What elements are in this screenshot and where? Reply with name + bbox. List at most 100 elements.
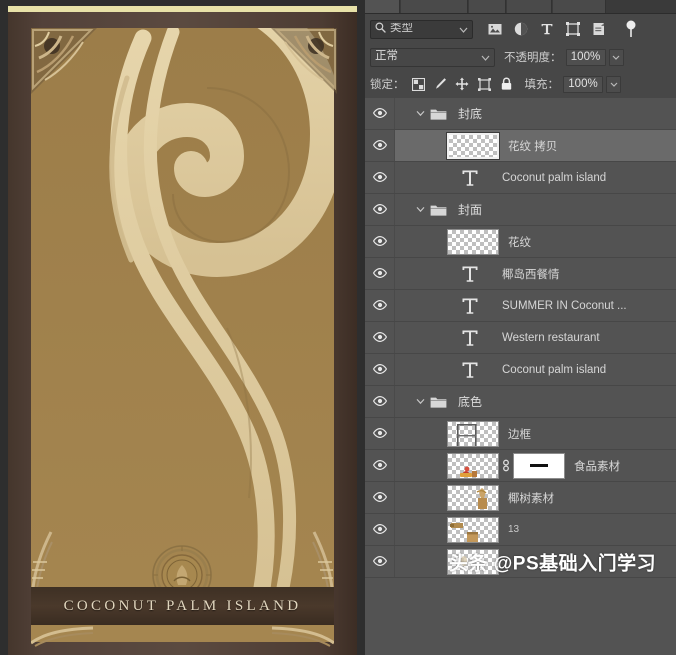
lock-position-icon[interactable] — [453, 75, 472, 94]
layer-thumbnail[interactable] — [447, 133, 499, 159]
panel-tab-strip[interactable] — [365, 0, 676, 14]
tab-paths[interactable] — [469, 0, 506, 13]
lock-image-pixels-icon[interactable] — [431, 75, 450, 94]
book-cover-document: COCONUT PALM ISLAND — [0, 0, 365, 655]
folder-icon — [427, 386, 449, 417]
folder-icon — [427, 194, 449, 225]
layer-row-body[interactable]: 头条 @PS基础入门学习 — [395, 546, 676, 577]
layer-row-body[interactable]: Western restaurant — [395, 322, 676, 353]
panel-controls: 类型 — [365, 14, 676, 98]
layer-thumbnail[interactable] — [447, 453, 499, 479]
layer-visibility-toggle[interactable] — [365, 226, 395, 257]
layer-row[interactable]: SUMMER IN Coconut ... — [365, 290, 676, 322]
eye-icon — [373, 265, 387, 283]
layer-row-body[interactable]: 封底 — [395, 98, 676, 129]
layer-row[interactable]: 封面 — [365, 194, 676, 226]
layer-visibility-toggle[interactable] — [365, 98, 395, 129]
layer-visibility-toggle[interactable] — [365, 290, 395, 321]
tab-extra-2[interactable] — [553, 0, 606, 13]
shape-layer-filter-icon[interactable] — [561, 18, 585, 40]
layer-row-body[interactable]: 花纹 拷贝 — [395, 130, 676, 161]
layer-row-body[interactable]: 花纹 — [395, 226, 676, 257]
layer-visibility-toggle[interactable] — [365, 418, 395, 449]
opacity-input[interactable]: 100% — [566, 49, 606, 66]
layer-name: 封面 — [458, 201, 482, 218]
layer-thumbnail[interactable] — [447, 229, 499, 255]
layer-row-body[interactable]: SUMMER IN Coconut ... — [395, 290, 676, 321]
layer-visibility-toggle[interactable] — [365, 322, 395, 353]
layer-row-body[interactable]: Coconut palm island — [395, 354, 676, 385]
eye-icon — [373, 457, 387, 475]
chevron-down-icon — [481, 48, 490, 66]
tab-extra-1[interactable] — [507, 0, 552, 13]
filter-toggle-switch[interactable] — [619, 18, 643, 40]
chevron-down-icon[interactable] — [413, 386, 427, 417]
blend-mode-select[interactable]: 正常 — [370, 48, 495, 67]
fill-input[interactable]: 100% — [563, 76, 603, 93]
layer-row-body[interactable]: 底色 — [395, 386, 676, 417]
layer-thumbnail[interactable] — [447, 485, 499, 511]
document-canvas[interactable]: COCONUT PALM ISLAND — [0, 0, 365, 655]
eye-icon — [373, 297, 387, 315]
lock-transparent-pixels-icon[interactable] — [409, 75, 428, 94]
layer-row[interactable]: 花纹 拷贝 — [365, 130, 676, 162]
fill-slider-chevron[interactable] — [606, 76, 621, 93]
lock-all-icon[interactable] — [497, 75, 516, 94]
layer-list[interactable]: 封底花纹 拷贝Coconut palm island封面花纹椰岛西餐情SUMME… — [365, 98, 676, 655]
layer-filter-select[interactable]: 类型 — [370, 20, 473, 39]
layers-panel: 类型 — [365, 0, 676, 655]
tab-layers[interactable] — [365, 0, 400, 13]
layer-filter-type-buttons — [483, 18, 643, 40]
adjustment-layer-filter-icon[interactable] — [509, 18, 533, 40]
link-icon[interactable] — [499, 458, 513, 473]
layer-row[interactable]: 头条 @PS基础入门学习 — [365, 546, 676, 578]
layer-name: 封底 — [458, 105, 482, 122]
layer-row-body[interactable]: 椰树素材 — [395, 482, 676, 513]
chevron-down-icon[interactable] — [459, 20, 468, 38]
layer-row[interactable]: 13 — [365, 514, 676, 546]
layer-mask-thumbnail[interactable] — [513, 453, 565, 479]
layer-thumbnail[interactable] — [447, 517, 499, 543]
layer-visibility-toggle[interactable] — [365, 450, 395, 481]
layer-row-body[interactable]: 封面 — [395, 194, 676, 225]
layer-row-body[interactable]: 边框 — [395, 418, 676, 449]
layer-visibility-toggle[interactable] — [365, 546, 395, 577]
cover-title-text: COCONUT PALM ISLAND — [64, 598, 302, 615]
layer-row[interactable]: Coconut palm island — [365, 354, 676, 386]
layer-visibility-toggle[interactable] — [365, 514, 395, 545]
pixel-layer-filter-icon[interactable] — [483, 18, 507, 40]
layer-visibility-toggle[interactable] — [365, 258, 395, 289]
layer-row[interactable]: Western restaurant — [365, 322, 676, 354]
layer-row[interactable]: 封底 — [365, 98, 676, 130]
layer-visibility-toggle[interactable] — [365, 130, 395, 161]
watermark-text: 头条 @PS基础入门学习 — [449, 548, 656, 575]
layer-visibility-toggle[interactable] — [365, 482, 395, 513]
layer-row-body[interactable]: Coconut palm island — [395, 162, 676, 193]
layer-thumbnail[interactable] — [447, 421, 499, 447]
smart-object-filter-icon[interactable] — [587, 18, 611, 40]
photoshop-window: COCONUT PALM ISLAND 类型 — [0, 0, 676, 655]
layer-row[interactable]: 食品素材 — [365, 450, 676, 482]
layer-visibility-toggle[interactable] — [365, 194, 395, 225]
layer-row-body[interactable]: 13 — [395, 514, 676, 545]
type-layer-filter-icon[interactable] — [535, 18, 559, 40]
layer-row[interactable]: 底色 — [365, 386, 676, 418]
layer-row[interactable]: 椰树素材 — [365, 482, 676, 514]
chevron-down-icon[interactable] — [413, 98, 427, 129]
layer-row-body[interactable]: 食品素材 — [395, 450, 676, 481]
layer-visibility-toggle[interactable] — [365, 354, 395, 385]
layer-row[interactable]: Coconut palm island — [365, 162, 676, 194]
layer-visibility-toggle[interactable] — [365, 386, 395, 417]
opacity-value: 100% — [571, 51, 600, 63]
tab-channels[interactable] — [401, 0, 468, 13]
layer-row-body[interactable]: 椰岛西餐情 — [395, 258, 676, 289]
layer-visibility-toggle[interactable] — [365, 162, 395, 193]
eye-icon — [373, 329, 387, 347]
chevron-down-icon[interactable] — [413, 194, 427, 225]
opacity-slider-chevron[interactable] — [609, 49, 624, 66]
layer-row[interactable]: 椰岛西餐情 — [365, 258, 676, 290]
lock-artboard-nesting-icon[interactable] — [475, 75, 494, 94]
layer-row[interactable]: 花纹 — [365, 226, 676, 258]
layer-row[interactable]: 边框 — [365, 418, 676, 450]
search-icon — [375, 20, 386, 38]
